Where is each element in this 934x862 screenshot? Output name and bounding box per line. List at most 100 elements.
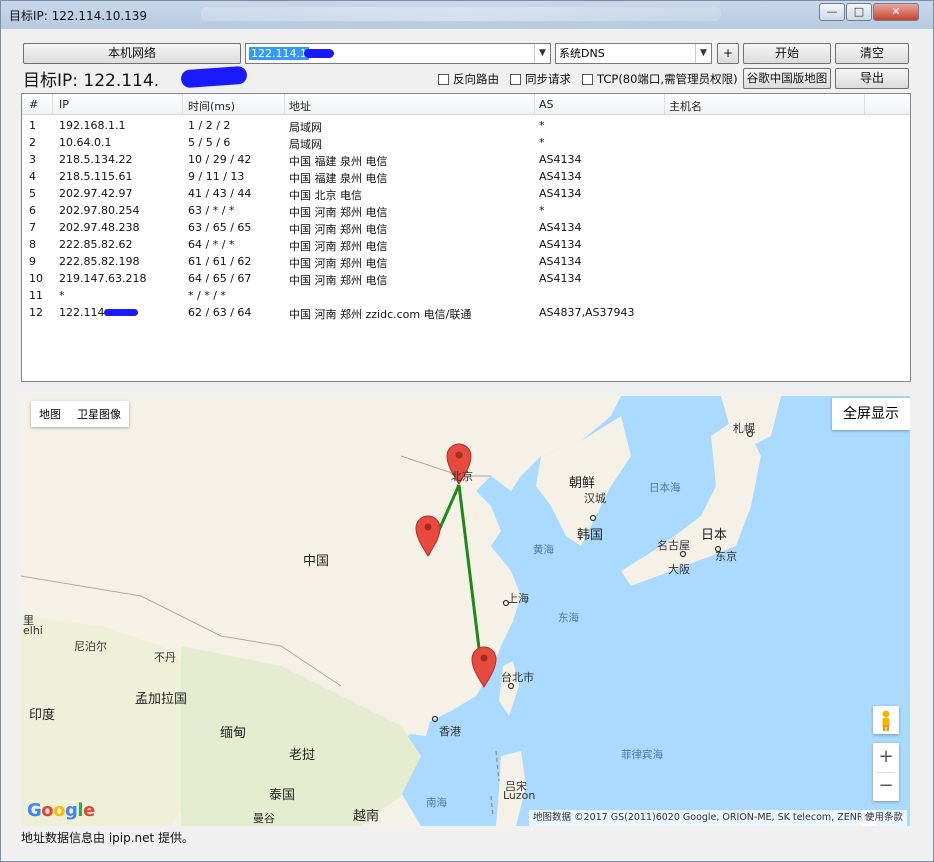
map-label-philippine-sea: 菲律宾海: [621, 749, 663, 761]
dns-select[interactable]: 系统DNS ▼: [555, 43, 712, 64]
map-label-bhutan: 不丹: [154, 651, 176, 664]
table-row[interactable]: 7 202.97.48.238 63 / 65 / 65 中国 河南 郑州 电信 AS4…: [22, 219, 910, 236]
checkbox-icon[interactable]: [582, 73, 593, 85]
cell-time: 62 / 63 / 64: [188, 306, 252, 319]
map-label-china: 中国: [303, 554, 330, 569]
cell-index: 6: [29, 204, 36, 217]
column-header[interactable]: AS: [539, 98, 554, 111]
table-row[interactable]: 2 10.64.0.1 5 / 5 / 6 局域网 *: [22, 134, 910, 151]
terms-link[interactable]: 使用条款: [861, 810, 908, 826]
checkbox-icon[interactable]: [438, 73, 449, 85]
cell-time: * / * / *: [188, 289, 226, 302]
cell-address: 中国 河南 郑州 电信: [289, 274, 388, 287]
column-header[interactable]: 主机名: [669, 98, 702, 114]
traceroute-table[interactable]: # IP 时间(ms) 地址 AS 主机名 1 192.168.1.1 1 / 2 …: [21, 93, 911, 382]
checkbox-icon[interactable]: [510, 73, 521, 85]
map-label-tokyo: 东京: [715, 550, 737, 563]
cell-index: 5: [29, 187, 36, 200]
reverse-route-checkbox[interactable]: 反向路由: [438, 71, 499, 87]
map-label-vietnam: 越南: [353, 809, 380, 824]
minimize-button[interactable]: —: [819, 3, 845, 21]
column-header[interactable]: IP: [59, 98, 69, 111]
local-network-button[interactable]: 本机网络: [23, 43, 241, 64]
street-view-pegman-icon[interactable]: [873, 706, 899, 734]
map-label-thailand: 泰国: [269, 788, 296, 803]
cell-address: 中国 河南 郑州 电信: [289, 206, 388, 219]
column-header[interactable]: 时间(ms): [188, 98, 235, 114]
map-attribution: 地图数据 ©2017 GS(2011)6020 Google, ORION-ME…: [529, 810, 878, 826]
chevron-down-icon[interactable]: ▼: [695, 44, 711, 63]
map-label-nagoya: 名古屋: [657, 539, 690, 552]
redaction-scribble: [304, 49, 334, 58]
japan-land: [621, 416, 761, 586]
table-row[interactable]: 3 218.5.134.22 10 / 29 / 42 中国 福建 泉州 电信 AS41…: [22, 151, 910, 168]
target-ip-combo[interactable]: 122.114.1 ▼: [245, 43, 551, 64]
map-type-satellite[interactable]: 卫星图像: [69, 406, 129, 422]
cell-address: 中国 北京 电信: [289, 189, 362, 202]
target-ip-heading: 目标IP: 122.114.: [23, 71, 160, 91]
table-header: # IP 时间(ms) 地址 AS 主机名: [22, 94, 910, 115]
cell-ip: 10.64.0.1: [59, 136, 112, 149]
zoom-out-button[interactable]: −: [873, 772, 899, 801]
table-row[interactable]: 5 202.97.42.97 41 / 43 / 44 中国 北京 电信 AS4134: [22, 185, 910, 202]
export-button[interactable]: 导出: [835, 68, 909, 89]
close-button[interactable]: ✕: [873, 3, 919, 21]
table-row[interactable]: 10 219.147.63.218 64 / 65 / 67 中国 河南 郑州 电信 A…: [22, 270, 910, 287]
map-label-bangladesh: 孟加拉国: [135, 692, 188, 707]
table-row[interactable]: 6 202.97.80.254 63 / * / * 中国 河南 郑州 电信 *: [22, 202, 910, 219]
route-map[interactable]: 地图 卫星图像 全屏显示 北京 中国 朝鲜 汉城 韩国 日本 日本海 东京 名古…: [21, 396, 910, 826]
cell-index: 2: [29, 136, 36, 149]
cell-ip: 202.97.42.97: [59, 187, 133, 200]
table-row[interactable]: 12 122.114. 62 / 63 / 64 中国 河南 郑州 zzidc.com…: [22, 304, 910, 321]
table-row[interactable]: 9 222.85.82.198 61 / 61 / 62 中国 河南 郑州 电信 AS4…: [22, 253, 910, 270]
cell-time: 64 / 65 / 67: [188, 272, 252, 285]
cell-address: 中国 河南 郑州 电信: [289, 257, 388, 270]
cell-time: 63 / 65 / 65: [188, 221, 252, 234]
cell-as: AS4134: [539, 221, 582, 234]
map-label-south-china-sea: 南海: [426, 797, 447, 809]
map-type-map[interactable]: 地图: [31, 406, 69, 422]
column-header[interactable]: #: [29, 98, 38, 111]
cell-time: 41 / 43 / 44: [188, 187, 252, 200]
cell-as: AS4134: [539, 238, 582, 251]
cell-as: *: [539, 136, 545, 149]
table-row[interactable]: 11 * * / * / *: [22, 287, 910, 304]
cell-as: AS4134: [539, 187, 582, 200]
table-row[interactable]: 4 218.5.115.61 9 / 11 / 13 中国 福建 泉州 电信 AS413…: [22, 168, 910, 185]
dns-value: 系统DNS: [559, 47, 605, 60]
zoom-control: + −: [873, 743, 899, 801]
sync-request-label: 同步请求: [525, 72, 571, 86]
maximize-button[interactable]: □: [846, 3, 872, 21]
sync-request-checkbox[interactable]: 同步请求: [510, 71, 571, 87]
clear-button[interactable]: 清空: [835, 43, 909, 64]
add-button[interactable]: +: [717, 43, 739, 64]
map-label-yellow-sea: 黄海: [533, 544, 554, 556]
title-bar: 目标IP: 122.114.10.139 — □ ✕: [1, 1, 933, 29]
start-button[interactable]: 开始: [743, 43, 831, 64]
table-row[interactable]: 1 192.168.1.1 1 / 2 / 2 局域网 *: [22, 117, 910, 134]
cell-index: 4: [29, 170, 36, 183]
cell-time: 5 / 5 / 6: [188, 136, 231, 149]
cell-ip: 222.85.82.62: [59, 238, 133, 251]
column-header[interactable]: 地址: [289, 98, 311, 114]
chevron-down-icon[interactable]: ▼: [534, 44, 550, 63]
window-title: 目标IP: 122.114.10.139: [9, 9, 148, 23]
cell-index: 10: [29, 272, 43, 285]
app-window: 目标IP: 122.114.10.139 — □ ✕ 本机网络 122.114.…: [0, 0, 934, 862]
cell-ip: 218.5.115.61: [59, 170, 133, 183]
map-label-bangkok: 曼谷: [253, 812, 275, 825]
fullscreen-button[interactable]: 全屏显示: [832, 398, 910, 430]
cell-index: 12: [29, 306, 43, 319]
google-china-map-button[interactable]: 谷歌中国版地图: [743, 68, 831, 89]
tcp-checkbox[interactable]: TCP(80端口,需管理员权限): [582, 71, 738, 87]
cell-as: AS4134: [539, 255, 582, 268]
cell-as: AS4134: [539, 170, 582, 183]
map-label-luzon: Luzon: [503, 789, 536, 802]
map-label-taipei: 台北市: [501, 671, 534, 684]
zoom-in-button[interactable]: +: [873, 743, 899, 772]
map-label-nepal: 尼泊尔: [74, 640, 107, 653]
cell-ip: 222.85.82.198: [59, 255, 140, 268]
cell-as: *: [539, 119, 545, 132]
table-row[interactable]: 8 222.85.82.62 64 / * / * 中国 河南 郑州 电信 AS4134: [22, 236, 910, 253]
cell-address: 中国 河南 郑州 电信: [289, 240, 388, 253]
